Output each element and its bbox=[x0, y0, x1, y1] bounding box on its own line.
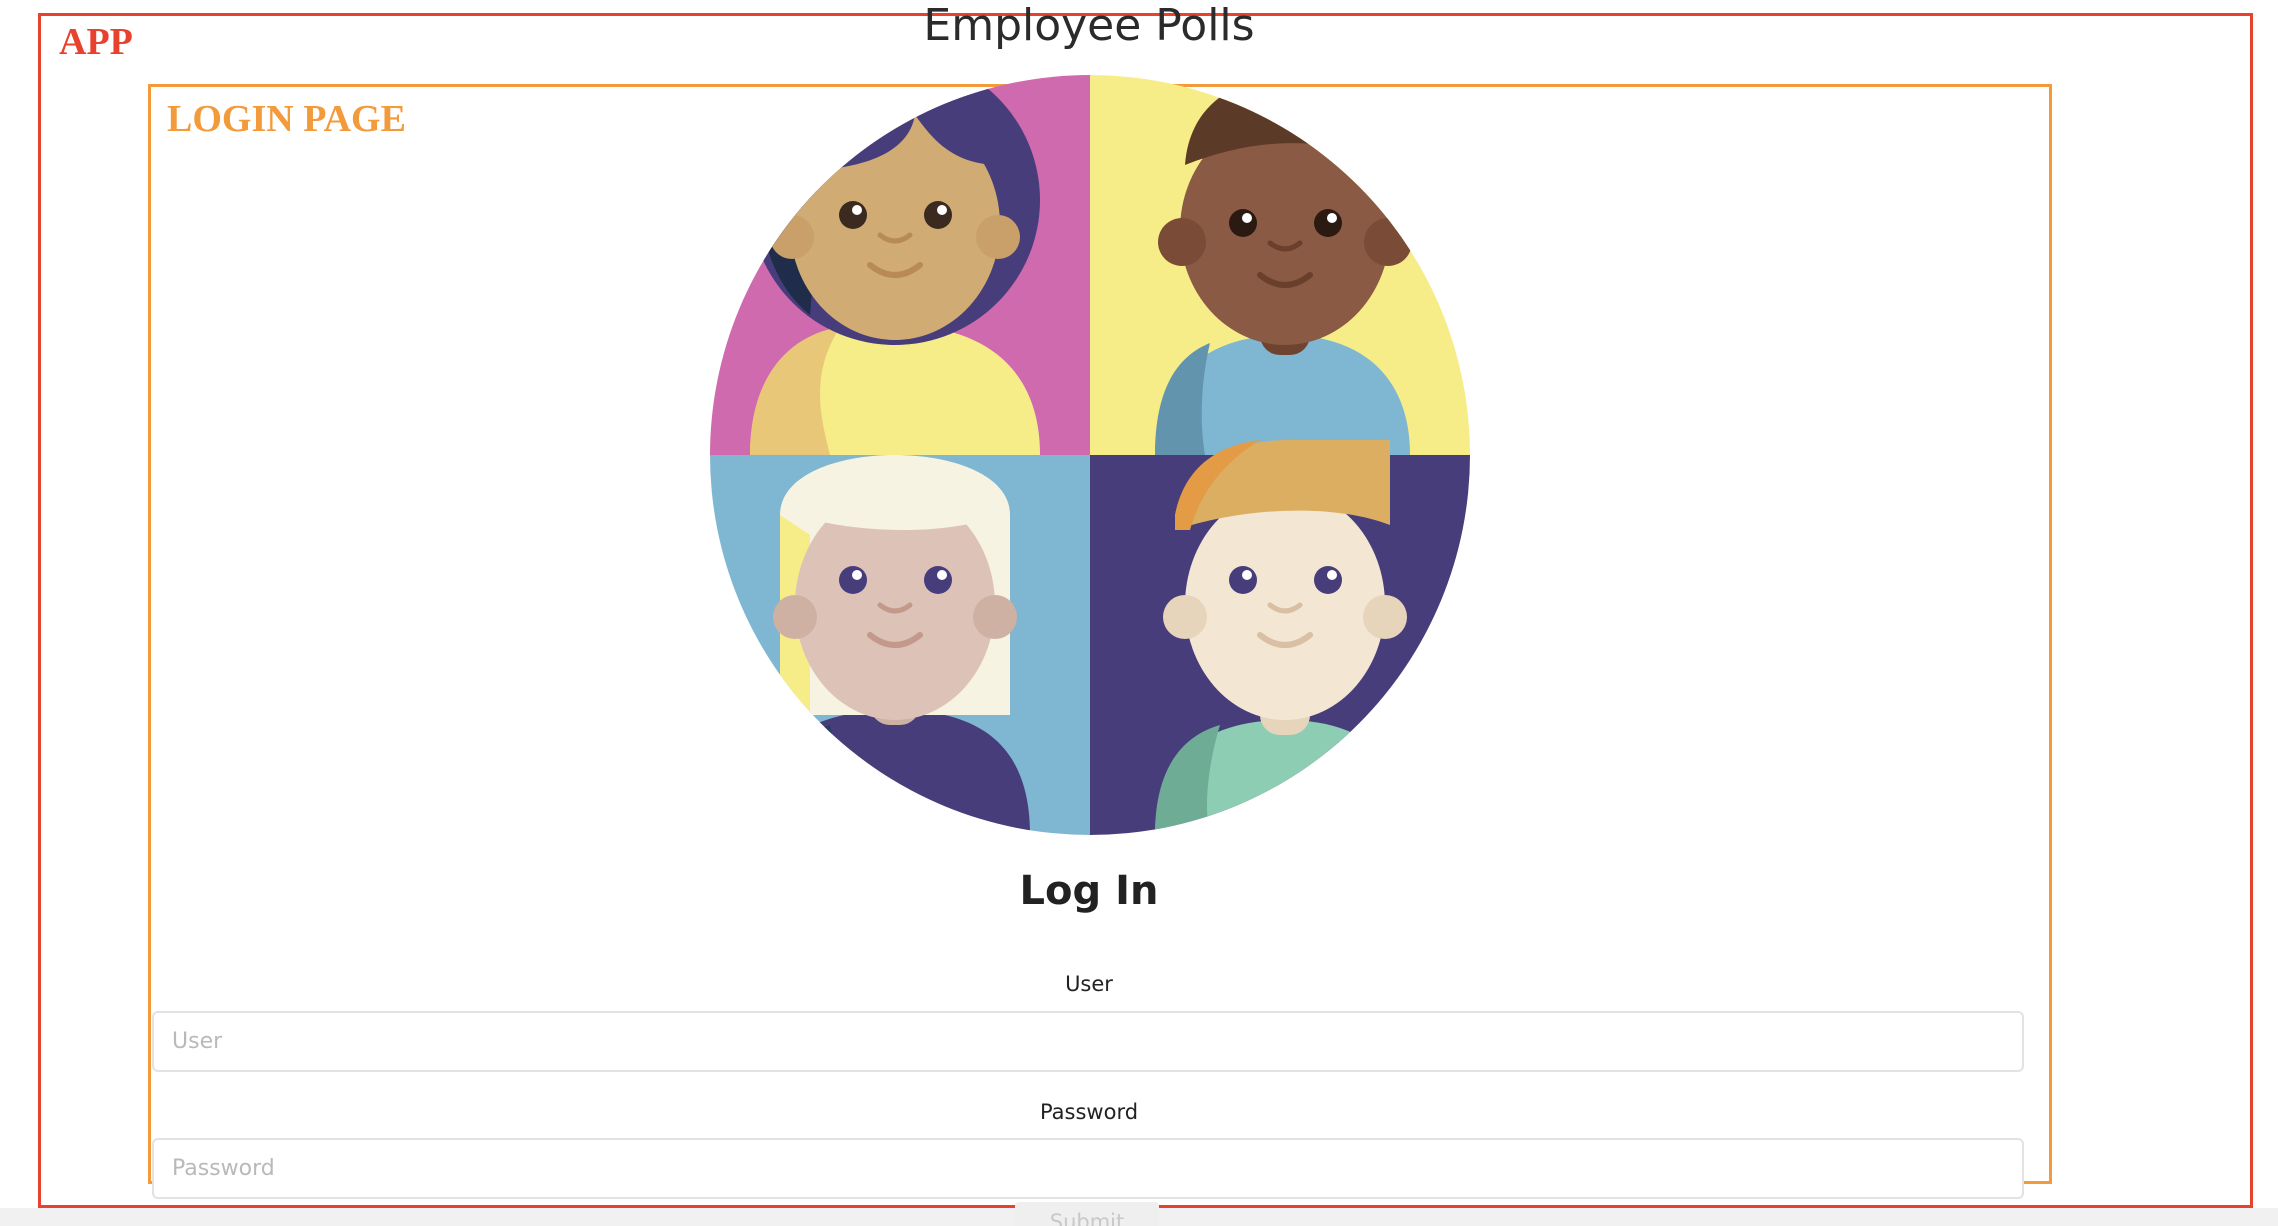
page-title: Employee Polls bbox=[923, 0, 1255, 51]
password-input[interactable] bbox=[152, 1138, 2024, 1199]
login-heading: Log In bbox=[1019, 868, 1159, 914]
password-label: Password bbox=[1039, 1100, 1139, 1124]
submit-button[interactable]: Submit bbox=[1015, 1202, 1159, 1226]
user-label: User bbox=[1065, 972, 1113, 996]
employee-group-icon bbox=[710, 75, 1470, 835]
login-page-annotation-label: LOGIN PAGE bbox=[167, 98, 406, 140]
user-input[interactable] bbox=[152, 1011, 2024, 1072]
